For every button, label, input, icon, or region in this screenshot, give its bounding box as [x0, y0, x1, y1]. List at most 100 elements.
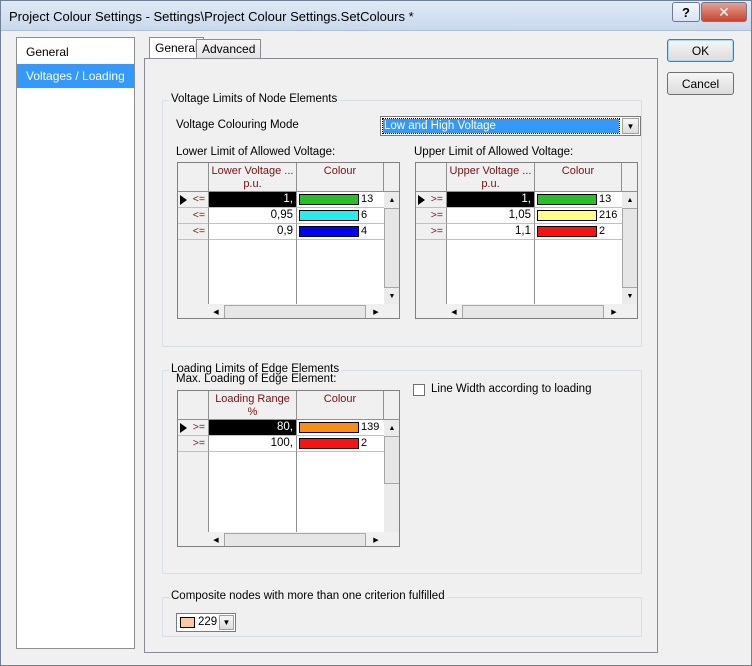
close-icon: ✕ — [718, 3, 730, 20]
row-header[interactable]: <= — [178, 192, 209, 208]
horizontal-scrollbar[interactable]: ◀ ▶ — [178, 304, 399, 318]
scrollbar-thumb[interactable] — [622, 208, 637, 288]
loading-limits-group: Loading Limits of Edge Elements Max. Loa… — [162, 363, 642, 574]
row-header[interactable]: <= — [178, 208, 209, 224]
upper-voltage-header-text: Upper Voltage ... — [449, 165, 532, 177]
tab-advanced[interactable]: Advanced — [196, 39, 262, 58]
colour-swatch — [299, 210, 359, 221]
table-cell-colour[interactable]: 6 — [297, 208, 384, 224]
nav-item-general[interactable]: General — [17, 40, 134, 64]
colour-swatch — [299, 194, 359, 205]
scrollbar-thumb[interactable] — [224, 305, 366, 318]
close-button[interactable]: ✕ — [701, 2, 747, 22]
dropdown-arrow-icon[interactable]: ▼ — [219, 615, 234, 630]
table-cell-colour[interactable]: 2 — [535, 224, 622, 240]
header-filler — [384, 391, 399, 420]
scroll-up-icon[interactable]: ▲ — [384, 192, 399, 208]
row-operator: <= — [192, 193, 205, 205]
colour-column-header[interactable]: Colour — [297, 391, 384, 420]
row-operator: >= — [192, 421, 205, 433]
lower-voltage-table[interactable]: Lower Voltage ... p.u. Colour <= 1, 13 <=… — [177, 162, 400, 319]
row-header[interactable]: >= — [416, 192, 447, 208]
colour-index: 13 — [361, 193, 374, 205]
vertical-scrollbar[interactable]: ▲ ▼ — [622, 192, 637, 304]
current-row-arrow-icon — [180, 423, 187, 433]
voltage-colouring-mode-select[interactable]: Low and High Voltage ▼ — [380, 116, 641, 136]
table-cell-value[interactable]: 100, — [209, 436, 297, 452]
table-cell-value[interactable]: 1, — [209, 192, 297, 208]
row-header[interactable]: >= — [178, 436, 209, 452]
upper-voltage-table[interactable]: Upper Voltage ... p.u. Colour >= 1, 13 >=… — [415, 162, 638, 319]
colour-index: 13 — [599, 193, 612, 205]
scrollbar-thumb[interactable] — [384, 436, 399, 484]
table-cell-colour[interactable]: 4 — [297, 224, 384, 240]
scroll-right-icon[interactable]: ▶ — [368, 304, 384, 318]
vertical-scrollbar[interactable]: ▲ ▼ — [384, 192, 399, 304]
header-filler — [384, 163, 399, 192]
row-header[interactable]: >= — [416, 208, 447, 224]
loading-range-table[interactable]: Loading Range% Colour >= 80, 139 >= 100,… — [177, 390, 400, 547]
scroll-left-icon[interactable]: ◀ — [209, 532, 223, 546]
line-width-checkbox[interactable] — [413, 384, 425, 396]
window-title: Project Colour Settings - Settings\Proje… — [9, 9, 414, 24]
scroll-up-icon[interactable]: ▲ — [384, 420, 399, 436]
horizontal-scrollbar[interactable]: ◀ ▶ — [416, 304, 637, 318]
loading-range-unit: % — [247, 406, 258, 418]
table-cell-colour[interactable]: 13 — [535, 192, 622, 208]
row-header[interactable]: >= — [178, 420, 209, 436]
settings-nav-list: General Voltages / Loading — [16, 37, 135, 649]
row-operator: >= — [430, 193, 443, 205]
table-cell-colour[interactable]: 13 — [297, 192, 384, 208]
table-cell-colour[interactable]: 2 — [297, 436, 384, 452]
scroll-left-icon[interactable]: ◀ — [447, 304, 461, 318]
upper-limit-label: Upper Limit of Allowed Voltage: — [414, 146, 574, 158]
vertical-scrollbar[interactable]: ▲ — [384, 420, 399, 532]
colour-column-header[interactable]: Colour — [297, 163, 384, 192]
scroll-left-icon[interactable]: ◀ — [209, 304, 223, 318]
colour-swatch — [537, 210, 597, 221]
scroll-down-icon[interactable]: ▼ — [622, 288, 637, 304]
dropdown-arrow-icon[interactable]: ▼ — [622, 118, 639, 134]
row-header[interactable]: >= — [416, 224, 447, 240]
loading-range-column-header[interactable]: Loading Range% — [209, 391, 297, 420]
help-button[interactable]: ? — [672, 2, 700, 22]
table-cell-value[interactable]: 1, — [447, 192, 535, 208]
table-cell-value[interactable]: 1,1 — [447, 224, 535, 240]
dialog-client-area: General Voltages / Loading General Advan… — [8, 31, 746, 659]
scroll-right-icon[interactable]: ▶ — [368, 532, 384, 546]
table-cell-value[interactable]: 80, — [209, 420, 297, 436]
help-icon: ? — [682, 4, 690, 20]
row-header[interactable]: <= — [178, 224, 209, 240]
upper-voltage-unit: p.u. — [481, 178, 500, 190]
line-width-checkbox-label[interactable]: Line Width according to loading — [431, 383, 591, 395]
voltage-mode-label: Voltage Colouring Mode — [176, 119, 299, 131]
table-cell-colour[interactable]: 139 — [297, 420, 384, 436]
ok-button[interactable]: OK — [667, 39, 734, 62]
title-bar[interactable]: Project Colour Settings - Settings\Proje… — [1, 1, 751, 31]
value-column-empty — [209, 452, 297, 532]
scroll-up-icon[interactable]: ▲ — [622, 192, 637, 208]
lower-voltage-column-header[interactable]: Lower Voltage ... p.u. — [209, 163, 297, 192]
voltage-group-legend: Voltage Limits of Node Elements — [169, 93, 340, 105]
composite-nodes-group: Composite nodes with more than one crite… — [162, 590, 642, 637]
scrollbar-thumb[interactable] — [462, 305, 604, 318]
colour-swatch — [180, 617, 195, 628]
colour-swatch — [299, 226, 359, 237]
horizontal-scrollbar[interactable]: ◀ ▶ — [178, 532, 399, 546]
table-cell-value[interactable]: 1,05 — [447, 208, 535, 224]
table-cell-value[interactable]: 0,95 — [209, 208, 297, 224]
table-cell-colour[interactable]: 216 — [535, 208, 622, 224]
scroll-down-icon[interactable]: ▼ — [384, 288, 399, 304]
composite-colour-picker[interactable]: 229 ▼ — [176, 613, 236, 632]
value-column-empty — [209, 240, 297, 304]
nav-item-voltages-loading[interactable]: Voltages / Loading — [17, 64, 134, 88]
table-cell-value[interactable]: 0,9 — [209, 224, 297, 240]
cancel-button[interactable]: Cancel — [667, 72, 734, 95]
scrollbar-thumb[interactable] — [384, 208, 399, 288]
scrollbar-thumb[interactable] — [224, 533, 366, 546]
colour-index: 2 — [361, 437, 368, 449]
scroll-right-icon[interactable]: ▶ — [606, 304, 622, 318]
upper-voltage-column-header[interactable]: Upper Voltage ... p.u. — [447, 163, 535, 192]
colour-index: 139 — [361, 421, 380, 433]
colour-column-header[interactable]: Colour — [535, 163, 622, 192]
